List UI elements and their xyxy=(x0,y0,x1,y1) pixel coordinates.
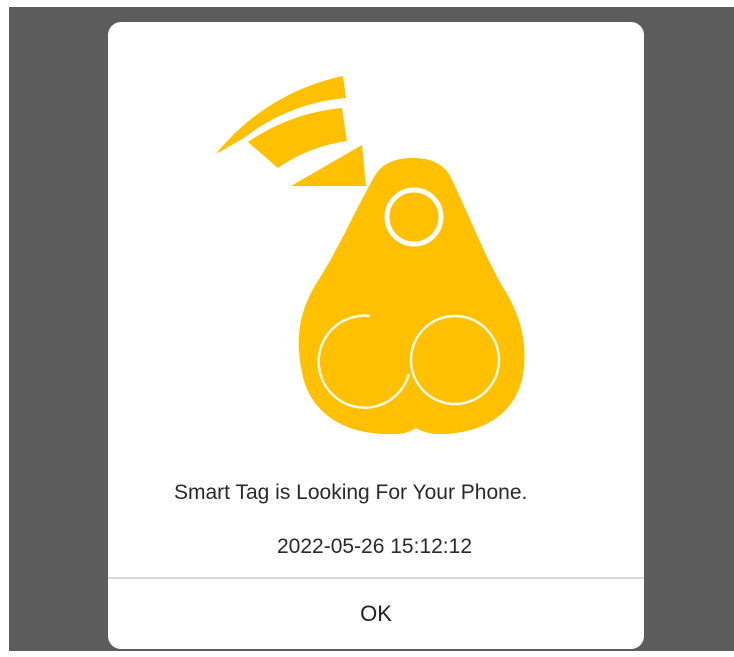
alert-dialog: Smart Tag is Looking For Your Phone. 202… xyxy=(108,22,644,649)
ok-button[interactable]: OK xyxy=(108,579,644,649)
dialog-message-text: Smart Tag is Looking For Your Phone. xyxy=(174,481,528,504)
smart-tag-illustration xyxy=(216,76,525,435)
alert-timestamp: 2022-05-26 15:12:12 xyxy=(277,535,472,558)
smart-tag-icon xyxy=(298,158,525,435)
wireless-signal-icon xyxy=(216,76,366,186)
